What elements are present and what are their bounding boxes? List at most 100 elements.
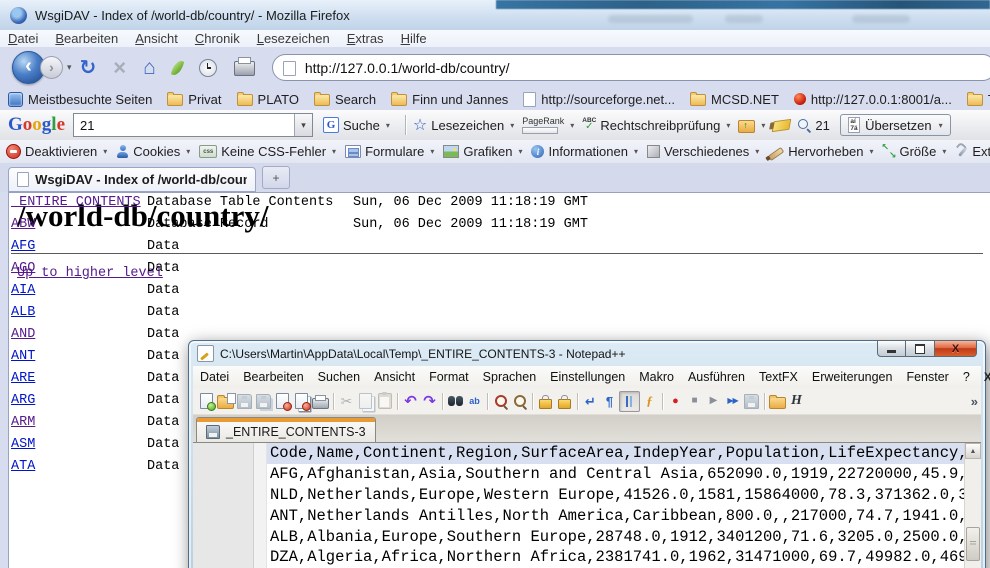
toolbar-overflow-chevron[interactable]: » bbox=[971, 394, 978, 409]
undo-icon[interactable]: ↶ bbox=[401, 392, 420, 411]
play-macro-icon[interactable]: ▶ bbox=[704, 392, 723, 411]
cut-icon[interactable]: ✂ bbox=[337, 392, 356, 411]
dir-entry-link[interactable]: ANT bbox=[11, 349, 35, 364]
spellcheck-button[interactable]: ABC ✓ Rechtschreibprüfung ▾ bbox=[582, 118, 730, 133]
notepad-titlebar[interactable]: C:\Users\Martin\AppData\Local\Temp\_ENTI… bbox=[189, 341, 985, 366]
dir-entry-link[interactable]: ARE bbox=[11, 371, 35, 386]
dir-entry-link[interactable]: ARM bbox=[11, 415, 35, 430]
menu-item[interactable]: Datei bbox=[200, 370, 229, 384]
scrollbar-up-arrow[interactable]: ▲ bbox=[965, 443, 981, 459]
close-all-icon[interactable] bbox=[292, 392, 311, 411]
open-file-icon[interactable] bbox=[216, 392, 235, 411]
bookmark-item[interactable]: Meistbesuchte Seiten bbox=[8, 92, 152, 107]
browser-tab[interactable]: WsgiDAV - Index of /world-db/count... bbox=[8, 167, 256, 192]
record-macro-icon[interactable]: ● bbox=[666, 392, 685, 411]
bookmark-item[interactable]: http://sourceforge.net... bbox=[523, 92, 675, 107]
editor-scrollbar[interactable]: ▲ bbox=[964, 443, 981, 568]
dir-entry-link[interactable]: ATA bbox=[11, 459, 35, 474]
dir-entry-link[interactable]: ABW bbox=[11, 217, 35, 232]
forward-button[interactable]: › bbox=[40, 56, 63, 79]
webdev-item[interactable]: Formulare ▾ bbox=[345, 144, 434, 159]
dir-entry-link[interactable]: AGO bbox=[11, 261, 35, 276]
menu-item[interactable]: Chronik bbox=[195, 31, 240, 46]
line-text[interactable]: DZA,Algeria,Africa,Northern Africa,23817… bbox=[267, 547, 981, 568]
menu-item[interactable]: Ausführen bbox=[688, 370, 745, 384]
line-text[interactable]: Code,Name,Continent,Region,SurfaceArea,I… bbox=[267, 443, 981, 464]
function-complete-icon[interactable]: ƒ bbox=[640, 392, 659, 411]
menu-item[interactable]: Datei bbox=[8, 31, 38, 46]
webdev-item[interactable]: Hervorheben ▾ bbox=[768, 144, 873, 159]
redo-icon[interactable]: ↷ bbox=[420, 392, 439, 411]
close-document-button[interactable]: X bbox=[984, 370, 990, 384]
menu-item[interactable]: Makro bbox=[639, 370, 674, 384]
find-icon[interactable] bbox=[446, 392, 465, 411]
google-suche-button[interactable]: G Suche ▾ bbox=[323, 117, 390, 133]
print-icon[interactable] bbox=[311, 392, 330, 411]
menu-item[interactable]: Einstellungen bbox=[550, 370, 625, 384]
search-history-dropdown[interactable]: ▾ bbox=[294, 114, 312, 136]
feed-leaf-icon[interactable] bbox=[173, 60, 182, 76]
dir-entry-link[interactable]: ARG bbox=[11, 393, 35, 408]
dir-entry-link[interactable]: _ENTIRE_CONTENTS bbox=[11, 195, 141, 210]
minimize-button[interactable] bbox=[877, 340, 906, 357]
menu-item[interactable]: Suchen bbox=[318, 370, 360, 384]
menu-item[interactable]: Bearbeiten bbox=[243, 370, 303, 384]
dir-entry-link[interactable]: ALB bbox=[11, 305, 35, 320]
menu-item[interactable]: Ansicht bbox=[374, 370, 415, 384]
webdev-item[interactable]: Deaktivieren ▾ bbox=[6, 144, 107, 159]
bookmark-item[interactable]: Tree Samples bbox=[967, 92, 990, 107]
stop-macro-icon[interactable]: ■ bbox=[685, 392, 704, 411]
webdev-item[interactable]: Extras ▾ bbox=[955, 144, 990, 159]
save-all-icon[interactable] bbox=[254, 392, 273, 411]
bookmark-item[interactable]: Privat bbox=[167, 92, 221, 107]
send-to-button[interactable]: ▾ bbox=[738, 118, 765, 133]
sync-vertical-icon[interactable] bbox=[536, 392, 555, 411]
webdev-item[interactable]: Grafiken ▾ bbox=[443, 144, 522, 159]
replace-icon[interactable]: ab bbox=[465, 392, 484, 411]
dir-entry-link[interactable]: AFG bbox=[11, 239, 35, 254]
restore-button[interactable] bbox=[906, 340, 934, 357]
url-input[interactable] bbox=[272, 54, 990, 81]
scrollbar-thumb[interactable] bbox=[966, 527, 980, 561]
menu-item[interactable]: Bearbeiten bbox=[55, 31, 118, 46]
new-tab-button[interactable]: + bbox=[262, 166, 290, 189]
print-button[interactable] bbox=[234, 59, 255, 76]
copy-icon[interactable] bbox=[356, 392, 375, 411]
indent-guide-icon[interactable] bbox=[619, 391, 640, 412]
close-button[interactable]: X bbox=[934, 340, 977, 357]
bookmark-item[interactable]: MCSD.NET bbox=[690, 92, 779, 107]
zoom-out-icon[interactable] bbox=[510, 392, 529, 411]
paste-icon[interactable] bbox=[375, 392, 394, 411]
google-search-input[interactable] bbox=[74, 114, 294, 136]
menu-item[interactable]: Lesezeichen bbox=[257, 31, 330, 46]
bookmark-item[interactable]: Finn und Jannes bbox=[391, 92, 508, 107]
zoom-in-icon[interactable] bbox=[491, 392, 510, 411]
menu-item[interactable]: Erweiterungen bbox=[812, 370, 893, 384]
new-file-icon[interactable] bbox=[197, 392, 216, 411]
bookmark-item[interactable]: PLATO bbox=[237, 92, 299, 107]
menu-item[interactable]: ? bbox=[963, 370, 970, 384]
pagerank-indicator[interactable]: PageRank ▾ bbox=[522, 117, 574, 134]
bookmark-item[interactable]: http://127.0.0.1:8001/a... bbox=[794, 92, 952, 107]
popup-blocker-counter[interactable]: 21 bbox=[798, 118, 829, 133]
session-icon[interactable] bbox=[768, 392, 787, 411]
highlighter-button[interactable] bbox=[773, 120, 790, 131]
sync-horizontal-icon[interactable] bbox=[555, 392, 574, 411]
webdev-item[interactable]: Verschiedenes ▾ bbox=[647, 144, 759, 159]
line-text[interactable]: NLD,Netherlands,Europe,Western Europe,41… bbox=[267, 485, 981, 506]
save-icon[interactable] bbox=[235, 392, 254, 411]
webdev-item[interactable]: Informationen ▾ bbox=[531, 144, 638, 159]
dir-entry-link[interactable]: ASM bbox=[11, 437, 35, 452]
dir-entry-link[interactable]: AIA bbox=[11, 283, 35, 298]
menu-item[interactable]: Extras bbox=[347, 31, 384, 46]
menu-item[interactable]: Fenster bbox=[906, 370, 948, 384]
close-file-icon[interactable] bbox=[273, 392, 292, 411]
save-macro-icon[interactable] bbox=[742, 392, 761, 411]
line-text[interactable]: AFG,Afghanistan,Asia,Southern and Centra… bbox=[267, 464, 981, 485]
show-all-chars-icon[interactable]: ¶ bbox=[600, 392, 619, 411]
line-text[interactable]: ANT,Netherlands Antilles,North America,C… bbox=[267, 505, 981, 526]
line-text[interactable]: ALB,Albania,Europe,Southern Europe,28748… bbox=[267, 526, 981, 547]
home-button[interactable]: ⌂ bbox=[143, 56, 156, 80]
menu-item[interactable]: TextFX bbox=[759, 370, 798, 384]
refresh-button[interactable]: ↻ bbox=[80, 55, 97, 80]
